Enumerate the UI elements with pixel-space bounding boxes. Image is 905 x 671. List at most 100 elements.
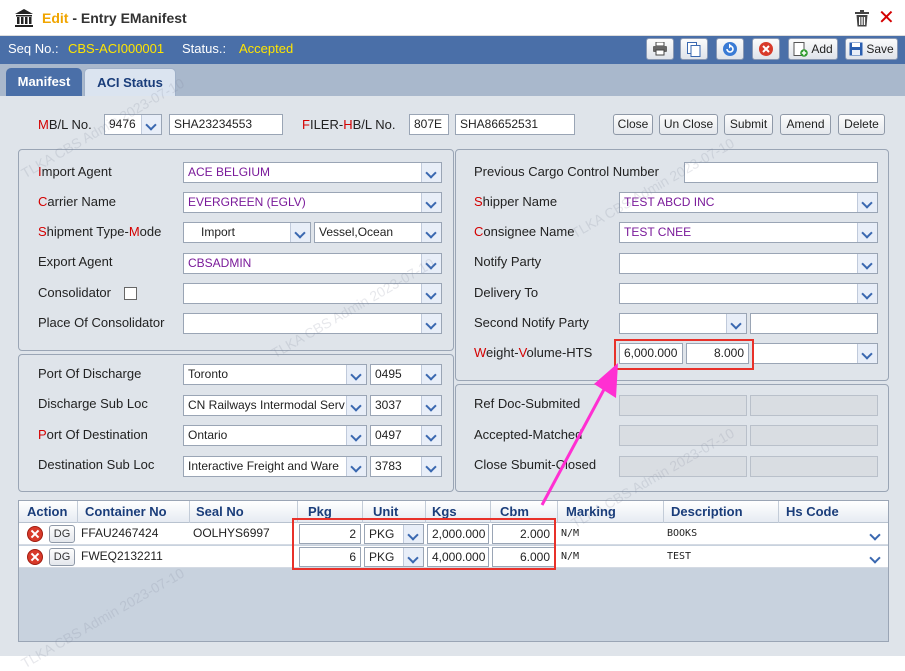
annotation-arrow bbox=[540, 363, 618, 506]
port-of-discharge-label: Port Of Discharge bbox=[38, 366, 142, 381]
delete-row-icon[interactable] bbox=[27, 526, 43, 542]
filer-code-input[interactable]: 807E bbox=[409, 114, 449, 135]
description-cell[interactable]: TEST bbox=[667, 551, 691, 562]
consignee-name-select[interactable]: TEST CNEE bbox=[619, 222, 878, 243]
hbl-number-input[interactable]: SHA86652531 bbox=[455, 114, 575, 135]
title-bar: Edit - Entry EManifest ✕ bbox=[0, 0, 905, 36]
destination-sub-loc-select[interactable]: Interactive Freight and Ware bbox=[183, 456, 367, 477]
accepted-matched-input bbox=[619, 425, 747, 446]
chevron-down-icon bbox=[857, 284, 877, 303]
destination-sub-loc-label: Destination Sub Loc bbox=[38, 457, 155, 472]
chevron-down-icon bbox=[421, 457, 441, 476]
status-label: Status.: bbox=[182, 41, 227, 56]
delivery-to-select[interactable] bbox=[619, 283, 878, 304]
description-cell[interactable]: BOOKS bbox=[667, 528, 697, 539]
second-notify-party-label: Second Notify Party bbox=[474, 315, 589, 330]
close-button[interactable]: Close bbox=[613, 114, 653, 135]
seal-no-cell[interactable]: OOLHYS6997 bbox=[193, 526, 270, 540]
shipment-type-select[interactable]: Import bbox=[183, 222, 311, 243]
amend-button[interactable]: Amend bbox=[780, 114, 831, 135]
discharge-sub-loc-label: Discharge Sub Loc bbox=[38, 396, 148, 411]
marking-cell[interactable]: N/M bbox=[561, 528, 579, 539]
consignee-name-label: Consignee Name bbox=[474, 224, 575, 239]
chevron-down-icon bbox=[421, 163, 441, 182]
chevron-down-icon bbox=[421, 365, 441, 384]
close-sbumit-closed-input bbox=[619, 456, 747, 477]
accepted-matched-input-2 bbox=[750, 425, 878, 446]
shipper-name-select[interactable]: TEST ABCD INC bbox=[619, 192, 878, 213]
dg-button[interactable]: DG bbox=[49, 525, 75, 543]
weight-volume-hts-label: Weight-Volume-HTS bbox=[474, 345, 593, 360]
save-label: Save bbox=[866, 42, 894, 56]
tab-manifest[interactable]: Manifest bbox=[6, 68, 82, 96]
notify-party-label: Notify Party bbox=[474, 254, 542, 269]
ref-doc-submited-input bbox=[619, 395, 747, 416]
cancel-button[interactable] bbox=[752, 38, 780, 60]
copy-button[interactable] bbox=[680, 38, 708, 60]
chevron-down-icon bbox=[346, 426, 366, 445]
chevron-down-icon bbox=[421, 314, 441, 333]
mbl-select[interactable]: 9476 bbox=[104, 114, 162, 135]
hts-select[interactable] bbox=[752, 343, 878, 364]
container-no-cell[interactable]: FFAU2467424 bbox=[81, 526, 158, 540]
col-unit: Unit bbox=[373, 504, 399, 519]
port-of-discharge-code[interactable]: 0495 bbox=[370, 364, 442, 385]
place-of-consolidator-label: Place Of Consolidator bbox=[38, 315, 165, 330]
consolidator-select[interactable] bbox=[183, 283, 442, 304]
add-button[interactable]: Add bbox=[788, 38, 838, 60]
second-notify-party-input[interactable] bbox=[750, 313, 878, 334]
consolidator-checkbox[interactable] bbox=[124, 287, 137, 300]
port-of-discharge-select[interactable]: Toronto bbox=[183, 364, 367, 385]
close-icon[interactable]: ✕ bbox=[878, 6, 895, 30]
unclose-button[interactable]: Un Close bbox=[659, 114, 718, 135]
place-of-consolidator-select[interactable] bbox=[183, 313, 442, 334]
carrier-name-select[interactable]: EVERGREEN (EGLV) bbox=[183, 192, 442, 213]
destination-sub-loc-code[interactable]: 3783 bbox=[370, 456, 442, 477]
chevron-down-icon bbox=[866, 548, 886, 566]
mbl-number-input[interactable]: SHA23234553 bbox=[169, 114, 283, 135]
print-button[interactable] bbox=[646, 38, 674, 60]
marking-cell[interactable]: N/M bbox=[561, 551, 579, 562]
import-agent-select[interactable]: ACE BELGIUM bbox=[183, 162, 442, 183]
chevron-down-icon bbox=[866, 525, 886, 543]
refresh-button[interactable] bbox=[716, 38, 744, 60]
chevron-down-icon bbox=[421, 193, 441, 212]
delete-row-icon[interactable] bbox=[27, 549, 43, 565]
discharge-sub-loc-select[interactable]: CN Railways Intermodal Serv bbox=[183, 395, 367, 416]
export-agent-select[interactable]: CBSADMIN bbox=[183, 253, 442, 274]
refresh-icon bbox=[723, 42, 737, 56]
printer-icon bbox=[653, 42, 667, 56]
hs-code-select[interactable] bbox=[779, 524, 887, 544]
tab-aci-status[interactable]: ACI Status bbox=[84, 68, 176, 96]
chevron-down-icon bbox=[141, 115, 161, 134]
carrier-name-label: Carrier Name bbox=[38, 194, 117, 209]
notify-party-select[interactable] bbox=[619, 253, 878, 274]
add-label: Add bbox=[811, 42, 833, 56]
container-no-cell[interactable]: FWEQ2132211 bbox=[81, 549, 163, 563]
chevron-down-icon bbox=[421, 284, 441, 303]
shipper-name-label: Shipper Name bbox=[474, 194, 558, 209]
hs-code-select[interactable] bbox=[779, 547, 887, 567]
shipment-mode-select[interactable]: Vessel,Ocean bbox=[314, 222, 442, 243]
trash-icon[interactable] bbox=[854, 10, 870, 27]
chevron-down-icon bbox=[421, 426, 441, 445]
chevron-down-icon bbox=[421, 396, 441, 415]
chevron-down-icon bbox=[857, 193, 877, 212]
second-notify-party-select[interactable] bbox=[619, 313, 747, 334]
shipment-type-mode-label: Shipment Type-Mode bbox=[38, 224, 162, 239]
col-container-no: Container No bbox=[85, 504, 167, 519]
port-of-destination-code[interactable]: 0497 bbox=[370, 425, 442, 446]
col-cbm: Cbm bbox=[500, 504, 529, 519]
prev-ccn-input[interactable] bbox=[684, 162, 878, 183]
chevron-down-icon bbox=[290, 223, 310, 242]
copy-icon bbox=[687, 41, 701, 57]
chevron-down-icon bbox=[726, 314, 746, 333]
highlight-box-grid-totals bbox=[292, 518, 556, 570]
chevron-down-icon bbox=[346, 365, 366, 384]
save-button[interactable]: Save bbox=[845, 38, 898, 60]
dg-button[interactable]: DG bbox=[49, 548, 75, 566]
submit-button[interactable]: Submit bbox=[724, 114, 773, 135]
delete-button[interactable]: Delete bbox=[838, 114, 885, 135]
port-of-destination-select[interactable]: Ontario bbox=[183, 425, 367, 446]
discharge-sub-loc-code[interactable]: 3037 bbox=[370, 395, 442, 416]
